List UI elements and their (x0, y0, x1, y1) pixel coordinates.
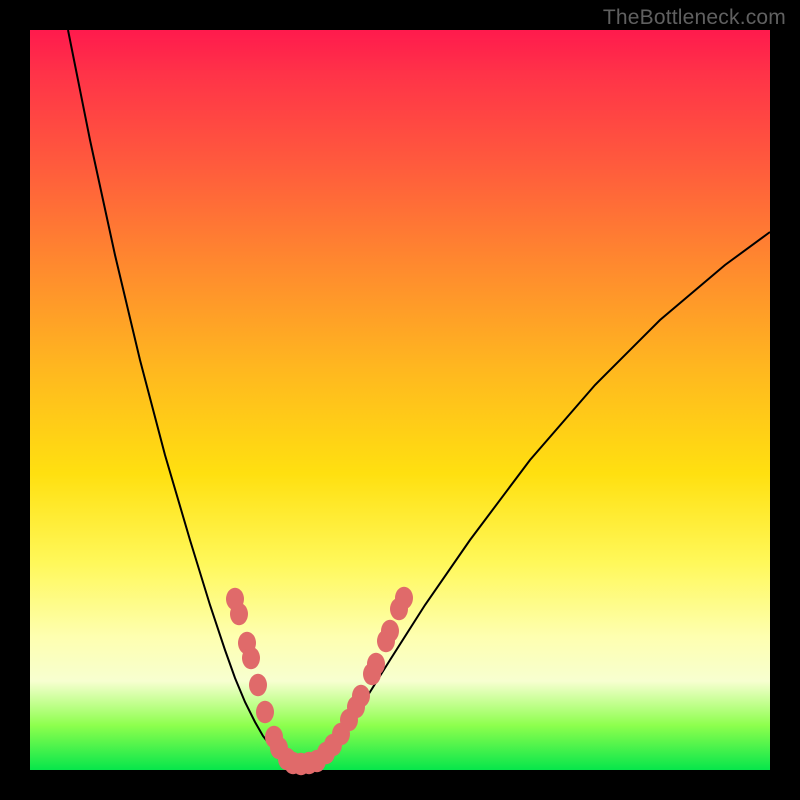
bead-left (256, 701, 274, 724)
curve-right (318, 232, 770, 761)
plot-area (30, 30, 770, 770)
watermark-text: TheBottleneck.com (603, 6, 786, 30)
bead-group (226, 587, 413, 776)
bead-right (381, 620, 399, 643)
bead-left (249, 674, 267, 697)
bead-right (352, 685, 370, 708)
bead-left (242, 647, 260, 670)
bead-right (367, 653, 385, 676)
chart-frame: TheBottleneck.com (0, 0, 800, 800)
bead-left (230, 603, 248, 626)
bead-right (395, 587, 413, 610)
curve-svg (30, 30, 770, 770)
